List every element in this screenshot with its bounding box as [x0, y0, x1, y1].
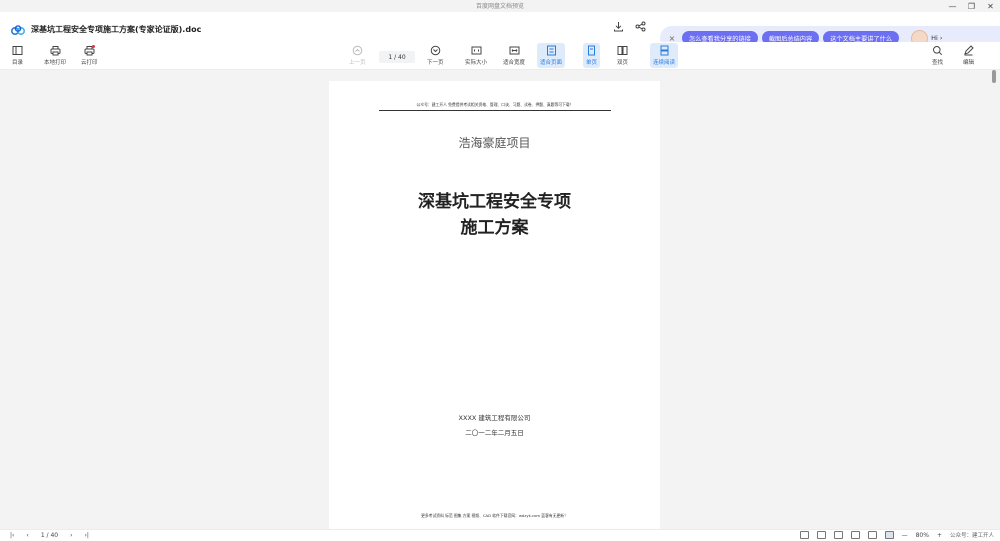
watermark-text: 公众号：建工开人: [949, 533, 994, 539]
fit-page-icon: [546, 45, 556, 56]
project-name: 浩海豪庭项目: [458, 136, 531, 150]
bottom-page-nav: |‹ ‹ 1 / 40 › ›|: [10, 532, 89, 539]
document-header: 深基坑工程安全专项施工方案(专家论证版).doc × 怎么查看我分享的链接 截图…: [0, 12, 1000, 50]
toc-button[interactable]: 目录: [12, 45, 23, 66]
cloud-print-button[interactable]: 云打印: [81, 45, 98, 66]
window-title: 百度网盘文档预览: [475, 3, 524, 10]
baidu-cloud-logo-icon: [10, 20, 26, 39]
fit-width-button[interactable]: 适合宽度: [503, 45, 525, 66]
double-page-button[interactable]: 双页: [617, 45, 628, 66]
single-page-button[interactable]: 单页: [583, 43, 601, 68]
document-viewport[interactable]: 公众号：建工开人 免费提供考试相关资格、管理、口诀、习题、试卷、押题、真题等可下…: [0, 70, 1000, 529]
next-page-label: 下一页: [427, 60, 444, 66]
document-page: 公众号：建工开人 免费提供考试相关资格、管理、口诀、习题、试卷、押题、真题等可下…: [329, 81, 660, 529]
fit-width-view-icon[interactable]: [867, 531, 877, 539]
next-page-button[interactable]: 下一页: [427, 45, 444, 66]
scroll-view-icon[interactable]: [833, 531, 843, 539]
actual-size-label: 实际大小: [465, 60, 488, 66]
local-print-button[interactable]: 本地打印: [44, 45, 66, 66]
zoom-in-button[interactable]: +: [937, 532, 942, 539]
single-view-icon[interactable]: [799, 531, 809, 539]
document-filename: 深基坑工程安全专项施工方案(专家论证版).doc: [31, 25, 202, 34]
prev-page-button[interactable]: 上一页: [349, 45, 366, 66]
restore-button[interactable]: ❐: [962, 0, 981, 12]
search-icon: [933, 46, 943, 56]
document-tab: 深基坑工程安全专项施工方案(专家论证版).doc: [10, 20, 202, 39]
window-controls: — ❐ ✕: [943, 0, 1000, 12]
fit-page-label: 适合页面: [540, 60, 563, 66]
actual-size-icon: [471, 46, 481, 55]
toc-label: 目录: [12, 60, 24, 66]
fit-width-label: 适合宽度: [503, 60, 526, 66]
vertical-scrollbar[interactable]: [992, 70, 996, 83]
continuous-reading-label: 连续阅读: [653, 60, 676, 66]
download-icon[interactable]: [612, 20, 624, 32]
page-number-input[interactable]: 1 / 40: [379, 51, 415, 63]
page-header-line: 公众号：建工开人 免费提供考试相关资格、管理、口诀、习题、试卷、押题、真题等可下…: [379, 102, 611, 111]
bottom-prev-button[interactable]: ‹: [26, 532, 28, 539]
header-actions: [612, 20, 646, 32]
bottom-navigation-bar: |‹ ‹ 1 / 40 › ›| — 80% + 公众号：建工开人: [0, 529, 1000, 541]
bottom-page-indicator[interactable]: 1 / 40: [41, 532, 58, 539]
find-label: 查找: [932, 60, 944, 66]
page-footer: 更多考试资料 标范 图集 方案 视频、CAD 软件下载官网：wdzyk.com …: [421, 513, 568, 518]
zoom-level: 80%: [915, 531, 929, 539]
double-page-label: 双页: [617, 60, 629, 66]
minimize-button[interactable]: —: [943, 0, 962, 12]
double-page-icon: [617, 46, 628, 55]
document-date: 二〇一二年二月五日: [465, 429, 524, 437]
first-page-button[interactable]: |‹: [10, 532, 14, 539]
actual-size-button[interactable]: 实际大小: [465, 45, 487, 66]
print-icon: [50, 46, 60, 56]
continuous-reading-button[interactable]: 连续阅读: [650, 43, 679, 68]
toc-icon: [12, 46, 23, 55]
viewer-toolbar: 目录 本地打印 云打印 上一页 1 / 40 下一页 实际大小 适合宽度 适合页…: [0, 42, 1000, 70]
bottom-view-controls: — 80% + 公众号：建工开人: [799, 531, 994, 539]
fit-page-button[interactable]: 适合页面: [537, 43, 566, 68]
cloud-print-label: 云打印: [81, 60, 98, 66]
document-title: 深基坑工程安全专项 施工方案: [329, 189, 660, 241]
down-arrow-icon: [430, 45, 441, 56]
window-titlebar: 百度网盘文档预览 — ❐ ✕: [0, 0, 1000, 12]
zoom-out-button[interactable]: —: [902, 532, 908, 539]
actual-size-view-icon[interactable]: [850, 531, 860, 539]
title-line-1: 深基坑工程安全专项: [418, 192, 571, 212]
up-arrow-icon: [352, 45, 363, 56]
continuous-reading-icon: [660, 45, 668, 56]
find-button[interactable]: 查找: [932, 45, 943, 66]
single-page-label: 单页: [586, 60, 598, 66]
single-page-icon: [588, 45, 595, 56]
pencil-icon: [964, 45, 974, 56]
fit-page-view-icon[interactable]: [884, 531, 894, 539]
double-view-icon[interactable]: [816, 531, 826, 539]
edit-label: 编辑: [963, 60, 975, 66]
ai-hi-label: Hi ›: [931, 34, 943, 42]
share-icon[interactable]: [634, 20, 646, 32]
fit-width-icon: [509, 46, 519, 55]
local-print-label: 本地打印: [44, 60, 67, 66]
company-name: XXXX 建筑工程有限公司: [458, 414, 531, 422]
bottom-next-button[interactable]: ›: [70, 532, 72, 539]
title-line-2: 施工方案: [460, 218, 529, 238]
last-page-button[interactable]: ›|: [85, 532, 89, 539]
cloud-print-icon: [84, 45, 95, 56]
prev-page-label: 上一页: [349, 60, 366, 66]
edit-button[interactable]: 编辑: [963, 45, 974, 66]
close-window-button[interactable]: ✕: [981, 0, 1000, 12]
